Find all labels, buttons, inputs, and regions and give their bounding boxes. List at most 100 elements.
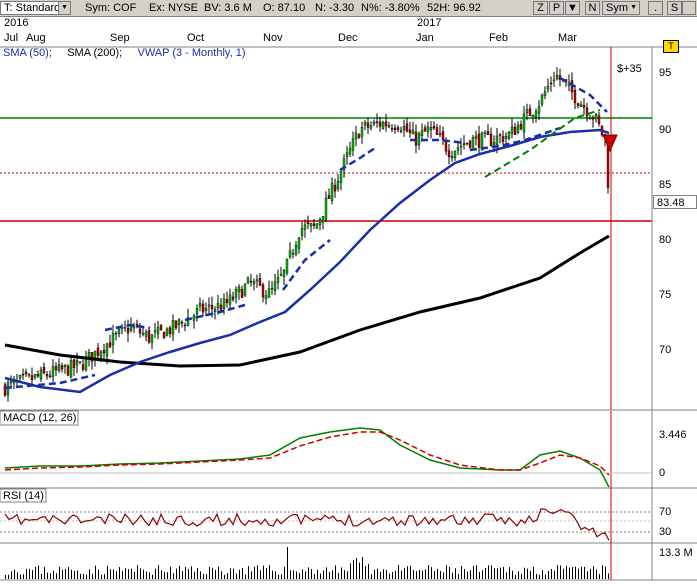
volume-bar [44,567,45,579]
candle-body [507,132,511,139]
current-price-label: 83.48 [653,195,697,209]
volume-bar [551,568,552,579]
volume-bar [362,557,363,579]
volume-bar [383,569,384,579]
alert-badge[interactable]: $+35 [617,63,642,75]
volume-bar [158,565,159,579]
candle-body [582,104,586,108]
sma200-line [4,234,610,368]
sma200-legend[interactable]: SMA (200); [67,47,122,59]
volume-bar [428,565,429,579]
candle-body [297,237,301,249]
volume-bar [323,570,324,579]
volume-bar [482,570,483,579]
volume-bar [524,567,525,579]
candle-body [522,113,526,133]
candle-body [387,125,391,128]
volume-bar [287,547,288,579]
volume-bar [164,571,165,579]
volume-bar [605,566,606,579]
candle-body [246,277,250,284]
volume-bar [467,571,468,579]
volume-bar [224,574,225,579]
candle-body [327,195,331,199]
candle-body [105,343,109,357]
volume-bar [221,571,222,579]
candle-body [138,328,142,334]
candle-body [336,181,340,190]
chart-canvas[interactable] [0,0,697,584]
volume-bar [452,572,453,579]
volume-bar [170,566,171,579]
candle-body [156,327,160,335]
macd-panel-title[interactable]: MACD (12, 26) [3,412,76,424]
rsi-axis-label: 30 [659,526,672,538]
candle-body [462,143,466,146]
volume-bar [443,572,444,579]
candle-body [144,331,148,337]
volume-bar [545,574,546,579]
candle-body [339,171,343,183]
candle-body [27,374,31,376]
sma50-legend[interactable]: SMA (50); [3,47,52,59]
volume-bar [245,574,246,579]
t-button[interactable]: T [663,40,679,53]
volume-bar [122,570,123,579]
volume-bar [422,570,423,579]
volume-bar [302,569,303,579]
candle-body [408,129,412,133]
volume-bar [470,570,471,579]
candle-body [306,221,310,225]
volume-bar [254,566,255,579]
price-axis-label: 95 [659,67,672,79]
volume-bar [572,567,573,579]
candle-body [270,287,274,290]
volume-bar [479,572,480,579]
volume-bar [41,573,42,579]
candle-body [279,274,283,276]
candle-body [294,245,298,255]
candle-body [414,131,418,146]
volume-bar [146,571,147,579]
volume-bar [563,568,564,579]
volume-bar [473,565,474,579]
candle-body [258,278,262,286]
volume-bar [116,571,117,579]
candle-body [33,374,37,378]
volume-bar [233,568,234,579]
rsi-line [4,508,610,541]
volume-bar [104,574,105,579]
rsi-panel-title[interactable]: RSI (14) [3,490,44,502]
volume-bar [521,573,522,579]
volume-bar [263,565,264,579]
volume-bar [311,568,312,579]
volume-bar [434,570,435,579]
volume-bar [53,570,54,579]
candle-body [501,136,505,142]
candle-body [348,147,352,155]
volume-bar [317,569,318,579]
vwap-legend[interactable]: VWAP (3 - Monthly, 1) [138,47,246,59]
volume-bar [314,573,315,579]
candle-body [264,295,268,300]
volume-bar [257,565,258,579]
volume-bar [248,566,249,579]
candle-body [318,219,322,225]
candle-body [261,284,265,298]
candle-body [30,375,34,381]
volume-bar [212,568,213,579]
candle-body [528,108,532,117]
candle-body [78,361,82,363]
candle-body [573,90,577,104]
rsi-axis-label: 70 [659,506,672,518]
volume-bar [413,570,414,579]
volume-bar [335,565,336,579]
candle-body [72,359,76,369]
candle-body [381,122,385,129]
candle-body [537,106,541,114]
volume-bar [329,572,330,579]
volume-bar [8,574,9,579]
candle-body [411,130,415,135]
volume-bar [200,571,201,579]
volume-bar [599,573,600,579]
